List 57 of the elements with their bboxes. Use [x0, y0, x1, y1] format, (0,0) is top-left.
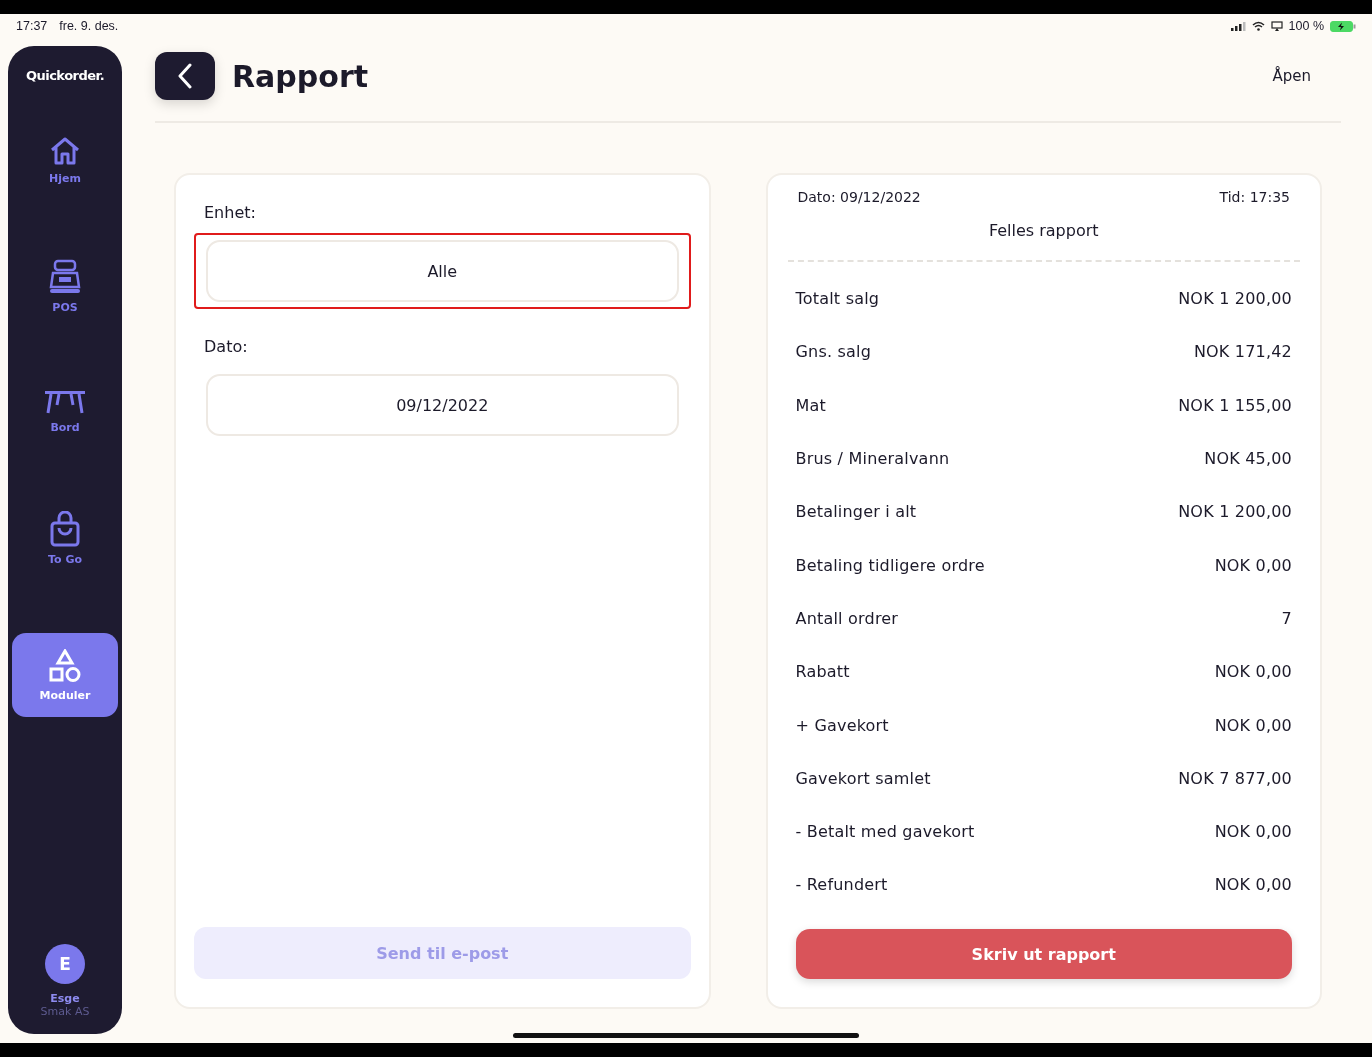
row-value: NOK 1 200,00 [1178, 289, 1292, 309]
report-title: Felles rapport [987, 221, 1100, 240]
row-value: NOK 45,00 [1204, 449, 1292, 469]
page-title: Rapport [232, 58, 369, 94]
nav-item[interactable]: POS [12, 233, 118, 339]
user-name: Esge [50, 992, 80, 1005]
wifi-icon [1251, 21, 1265, 31]
row-label: Mat [795, 395, 826, 415]
row-label: + Gavekort [795, 715, 889, 735]
nav-item[interactable]: To Go [12, 485, 118, 591]
nav-item[interactable]: Bord [12, 359, 118, 465]
row-label: Betaling tidligere ordre [795, 555, 985, 575]
table-icon [45, 390, 85, 415]
nav-item[interactable]: Moduler [12, 633, 118, 717]
status-date: fre. 9. des. [59, 19, 119, 33]
field-label: Dato: [203, 337, 249, 356]
row-label: Totalt salg [795, 289, 880, 309]
row-value: NOK 171,42 [1193, 342, 1292, 362]
row-value: NOK 0,00 [1214, 715, 1292, 735]
status-time: 17:37 [16, 19, 48, 33]
screen-mirror-icon [1270, 21, 1283, 31]
row-value: NOK 0,00 [1214, 555, 1292, 575]
status-label: Åpen [1272, 67, 1311, 85]
report-time: Tid: 17:35 [1219, 189, 1290, 205]
row-value: NOK 7 877,00 [1178, 768, 1292, 788]
nav-item[interactable]: Hjem [12, 107, 118, 213]
signal-icon [1230, 21, 1246, 31]
app-logo: Quickorder. [25, 68, 105, 83]
field-label: Enhet: [203, 203, 257, 222]
row-label: Rabatt [795, 662, 850, 682]
home-icon [49, 135, 81, 166]
row-label: Gavekort samlet [795, 768, 931, 788]
row-value: 7 [1281, 608, 1292, 628]
cash-register-icon [48, 258, 82, 295]
row-label: Gns. salg [795, 342, 872, 362]
company-name: Smak AS [40, 1005, 90, 1018]
row-value: NOK 1 155,00 [1178, 395, 1292, 415]
row-label: - Betalt med gavekort [795, 822, 975, 842]
back-icon [177, 63, 193, 89]
battery-icon [1330, 20, 1356, 32]
shapes-icon [48, 648, 82, 683]
report-date: Dato: 09/12/2022 [797, 189, 921, 205]
back-button[interactable] [155, 52, 215, 100]
row-value: NOK 1 200,00 [1178, 502, 1292, 522]
shopping-bag-icon [49, 510, 81, 547]
row-label: - Refundert [795, 875, 888, 895]
row-value: NOK 0,00 [1214, 822, 1292, 842]
print-button[interactable]: Skriv ut rapport [795, 929, 1292, 979]
user-avatar[interactable]: E [45, 944, 85, 984]
row-label: Brus / Mineralvann [795, 449, 950, 469]
select-field[interactable]: Alle [206, 240, 679, 302]
row-label: Betalinger i alt [795, 502, 917, 522]
battery-percent: 100 % [1288, 19, 1324, 33]
select-field[interactable]: 09/12/2022 [206, 374, 679, 436]
row-label: Antall ordrer [795, 608, 899, 628]
row-value: NOK 0,00 [1214, 875, 1292, 895]
row-value: NOK 0,00 [1214, 662, 1292, 682]
